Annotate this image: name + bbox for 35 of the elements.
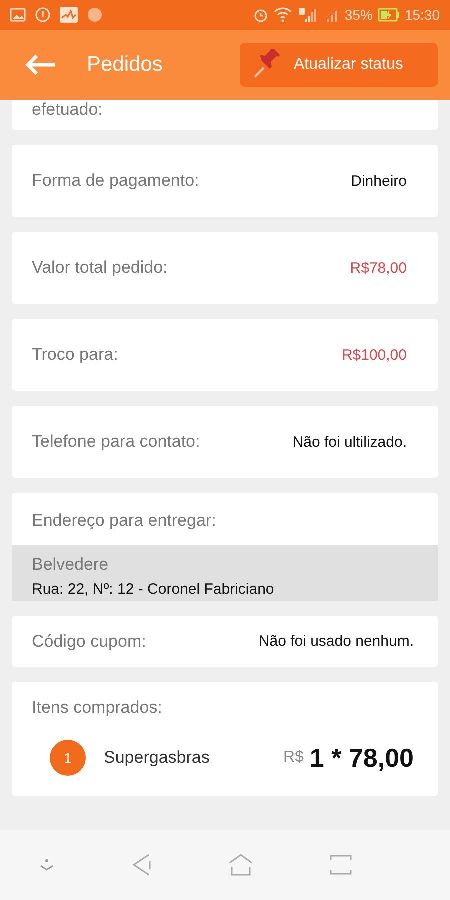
back-arrow-icon[interactable] [25,54,57,76]
field-label: Código cupom: [32,632,146,652]
image-icon [10,8,26,22]
currency-label: R$ [283,749,304,767]
item-name: Supergasbras [104,748,210,768]
back-icon[interactable] [130,853,152,877]
field-label: Endereço para entregar: [31,510,218,532]
signal-icon [296,7,317,23]
field-label: Itens comprados: [32,698,164,718]
circle-icon [87,7,103,23]
address-name: Belvedere [32,555,110,575]
field-label: Forma de pagamento: [32,171,200,191]
item-number: 1 [50,740,86,776]
wifi-icon [274,7,292,23]
item-amount: 1 * 78,00 [310,742,414,774]
update-status-button[interactable]: Atualizar status [240,43,438,87]
activity-icon [60,7,78,23]
screen-title: Pedidos [87,53,163,77]
field-value: R$100,00 [342,346,407,364]
recents-icon[interactable] [328,854,352,876]
clock: 15:30 [404,7,440,23]
address-line: Rua: 22, Nº: 12 - Coronel Fabriciano [32,581,276,598]
battery-icon [378,8,400,22]
field-value: Não foi ultilizado. [292,434,407,450]
field-label: Valor total pedido: [32,258,168,278]
info-icon [35,7,51,23]
field-value: Não foi usado nenhum. [258,633,414,650]
field-label: Troco para: [32,345,118,365]
field-value: R$78,00 [350,260,407,276]
field-value: Dinheiro [351,172,407,190]
alarm-icon [252,7,269,23]
home-icon[interactable] [228,853,254,877]
field-label: efetuado: [32,100,103,120]
battery-percent: 35% [344,7,373,23]
field-label: Telefone para contato: [32,432,200,452]
